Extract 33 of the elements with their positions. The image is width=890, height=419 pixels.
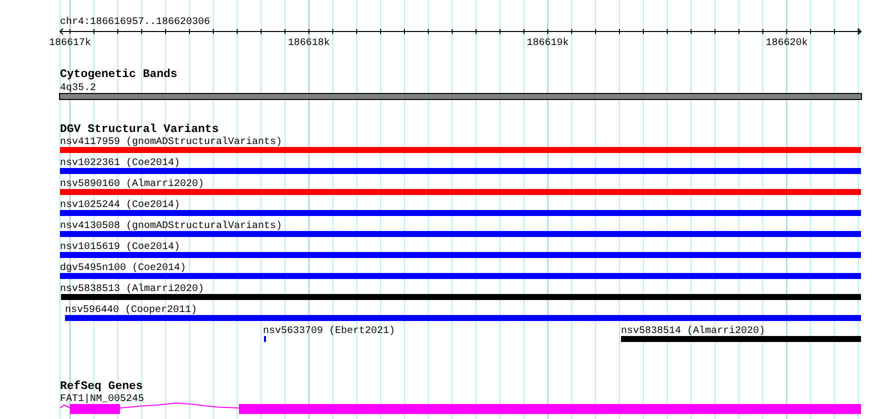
variant-bar[interactable] — [60, 252, 861, 258]
gene-model[interactable] — [60, 402, 861, 414]
cytoband-bar[interactable] — [59, 93, 862, 100]
variant-label: nsv1015619 (Coe2014) — [60, 242, 180, 253]
variant-label: nsv596440 (Cooper2011) — [65, 305, 198, 316]
axis-tick-label: 186619k — [526, 38, 569, 49]
variant-label: nsv5890160 (Almarri2020) — [60, 179, 204, 190]
variant-label: nsv4117959 (gnomADStructuralVariants) — [60, 137, 282, 148]
variant-bar[interactable] — [60, 168, 861, 174]
variant-bar[interactable] — [60, 273, 861, 279]
variant-bar[interactable] — [65, 315, 861, 321]
variant-bar[interactable] — [60, 210, 861, 216]
variant-label: dgv5495n100 (Coe2014) — [60, 263, 186, 274]
axis-tick-label: 186617k — [49, 38, 91, 49]
variant-label: nsv5633709 (Ebert2021) — [263, 326, 396, 337]
variant-label: nsv5838514 (Almarri2020) — [621, 326, 766, 337]
gene-label: FAT1|NM_005245 — [60, 394, 144, 405]
band-label: 4q35.2 — [60, 83, 96, 94]
track-title: Cytogenetic Bands — [60, 68, 178, 81]
variant-label: nsv4130508 (gnomADStructuralVariants) — [60, 221, 282, 232]
track-title: RefSeq Genes — [60, 380, 143, 393]
variant-label: nsv1022361 (Coe2014) — [60, 158, 180, 169]
variant-bar[interactable] — [60, 189, 861, 195]
track-title: DGV Structural Variants — [60, 123, 219, 136]
variant-bar[interactable] — [621, 336, 861, 342]
variant-bar[interactable] — [61, 294, 861, 300]
variant-label: nsv5838513 (Almarri2020) — [60, 284, 204, 295]
variant-label: nsv1025244 (Coe2014) — [60, 200, 180, 211]
axis-tick-label: 186620k — [766, 38, 808, 49]
location-label: chr4:186616957..186620306 — [60, 17, 210, 28]
variant-bar[interactable] — [60, 147, 861, 153]
axis-tick-label: 186618k — [288, 38, 330, 49]
variant-bar[interactable] — [60, 231, 861, 237]
